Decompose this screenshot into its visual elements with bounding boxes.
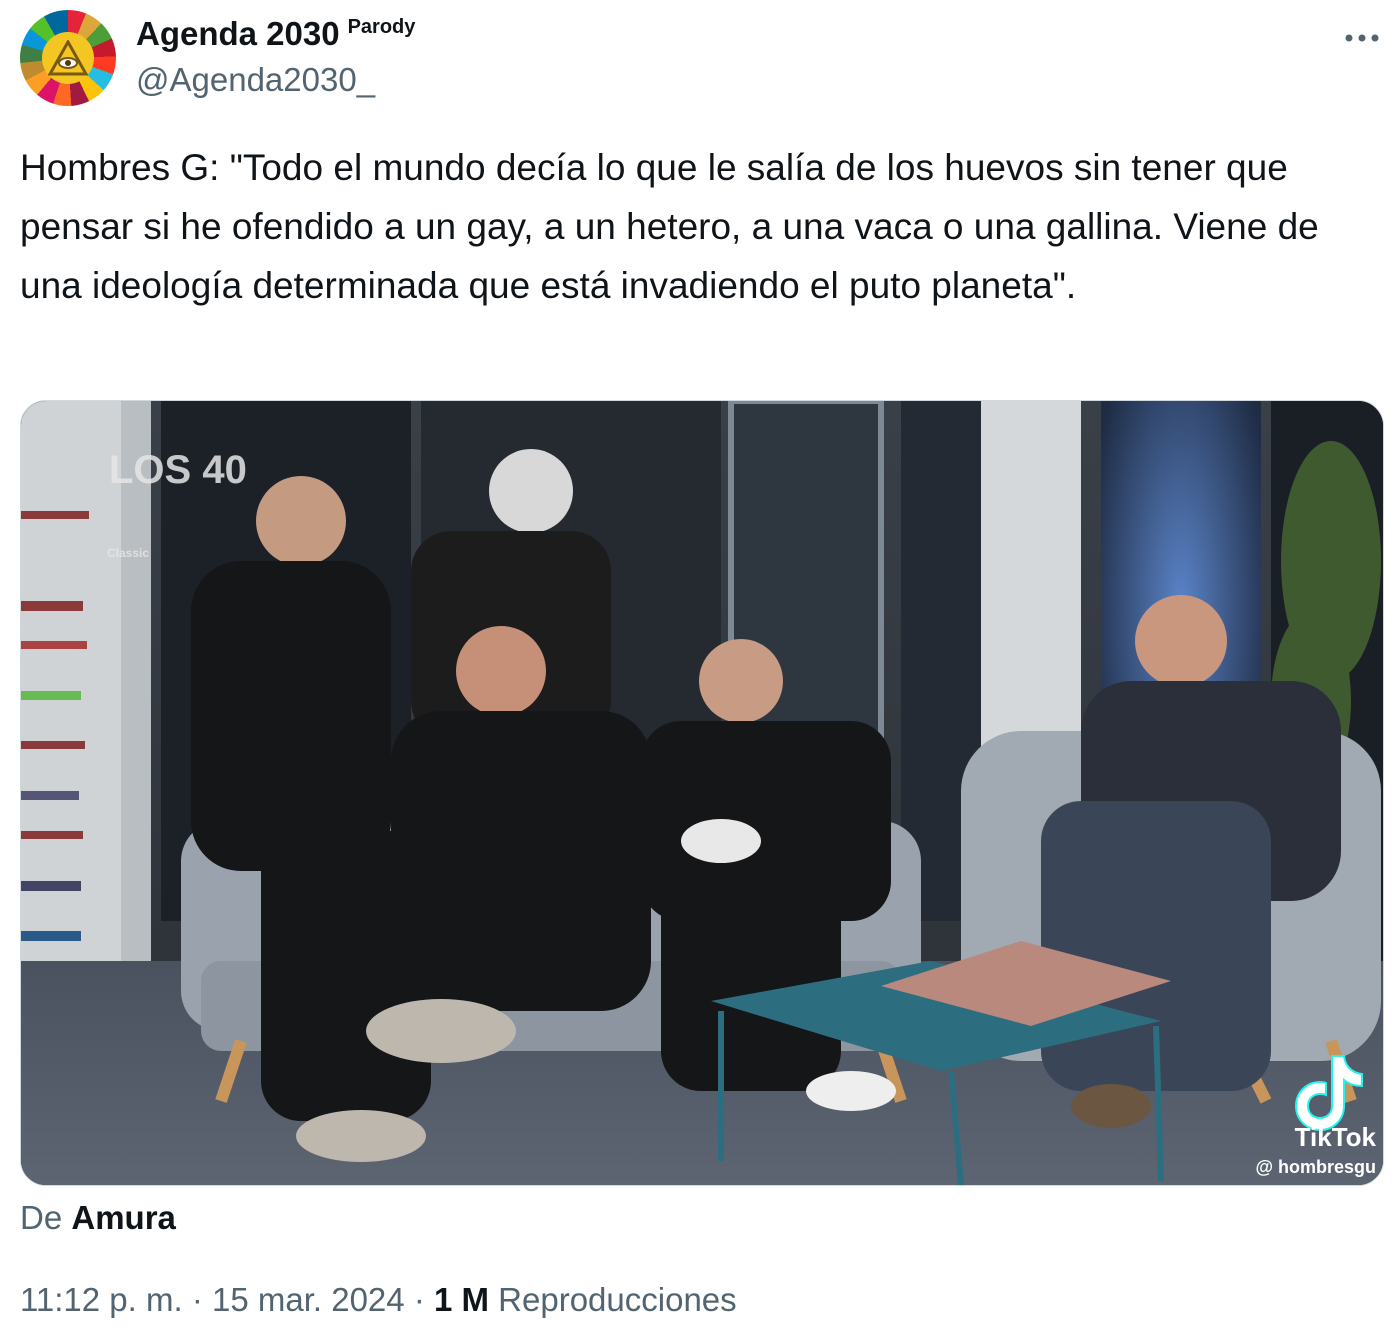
views-count: 1 M	[433, 1281, 489, 1318]
more-icon[interactable]	[1344, 24, 1380, 44]
tiktok-label: TikTok	[1295, 1122, 1377, 1152]
parody-badge: Parody	[347, 16, 416, 38]
video-player[interactable]: LOS 40 Classic TikTok @ hombresgu	[20, 400, 1384, 1186]
tiktok-handle: @ hombresgu	[1255, 1157, 1376, 1177]
separator: ·	[191, 1281, 203, 1318]
source-attribution: De Amura	[20, 1198, 176, 1238]
video-frame: LOS 40 Classic TikTok @ hombresgu	[21, 401, 1383, 1185]
author-name[interactable]: Agenda 2030	[136, 14, 340, 54]
views-label: Reproducciones	[498, 1281, 737, 1318]
tweet-header: Agenda 2030 Parody @Agenda2030_	[20, 10, 1380, 106]
source-name[interactable]: Amura	[71, 1199, 176, 1236]
author-name-row: Agenda 2030 Parody	[136, 14, 415, 54]
los40-sub-text: Classic	[107, 546, 149, 560]
tweet-meta: 11:12 p. m. · 15 mar. 2024 · 1 M Reprodu…	[20, 1280, 737, 1320]
avatar[interactable]	[20, 10, 116, 106]
source-prefix: De	[20, 1199, 63, 1236]
tweet-date[interactable]: 15 mar. 2024	[212, 1281, 405, 1318]
tweet-text: Hombres G: "Todo el mundo decía lo que l…	[20, 147, 1330, 306]
author-handle[interactable]: @Agenda2030_	[136, 60, 375, 100]
los40-logo-text: LOS 40	[109, 448, 247, 492]
eye-triangle-icon	[42, 32, 94, 84]
separator: ·	[413, 1281, 425, 1318]
tweet-time[interactable]: 11:12 p. m.	[20, 1281, 183, 1318]
